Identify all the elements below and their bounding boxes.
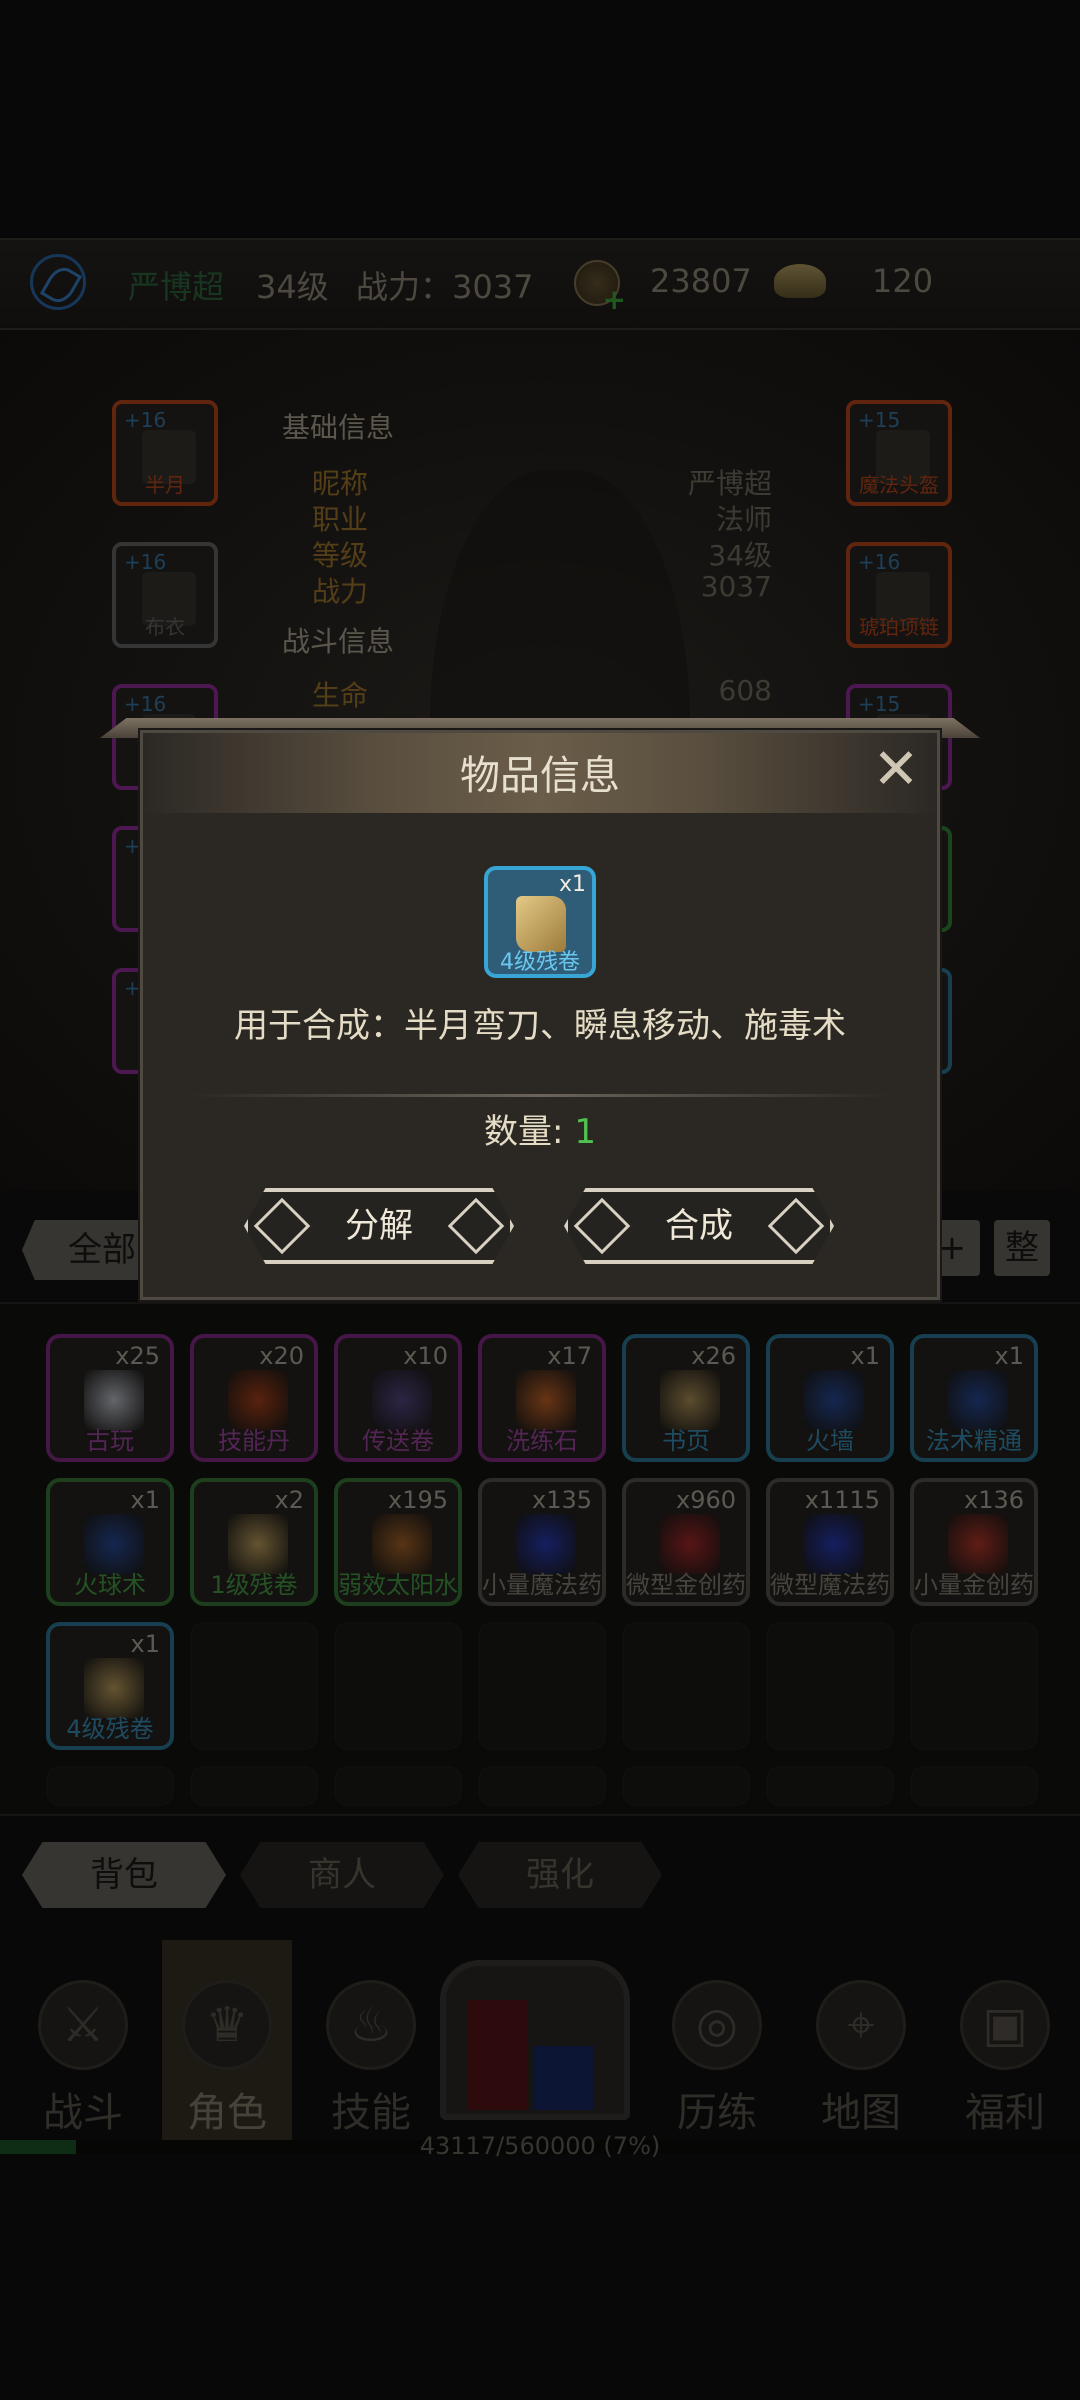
modal-divider xyxy=(190,1094,890,1097)
item-description: 用于合成：半月弯刀、瞬息移动、施毒术 xyxy=(234,1006,846,1046)
quantity-value: 1 xyxy=(574,1112,596,1152)
modal-title: 物品信息 xyxy=(460,753,620,799)
item-name: 4级残卷 xyxy=(500,950,580,975)
decompose-button-frame xyxy=(244,1188,514,1264)
close-icon[interactable]: ✕ xyxy=(868,742,924,800)
item-count: x1 xyxy=(558,872,586,897)
quantity-row: 数量: 1 xyxy=(143,1104,937,1153)
combine-button[interactable]: 合成 xyxy=(564,1188,834,1264)
modal-item-slot[interactable]: x1 4级残卷 xyxy=(484,866,596,978)
decompose-button[interactable]: 分解 xyxy=(244,1188,514,1264)
combine-button-frame xyxy=(564,1188,834,1264)
quantity-label: 数量: xyxy=(484,1112,564,1152)
